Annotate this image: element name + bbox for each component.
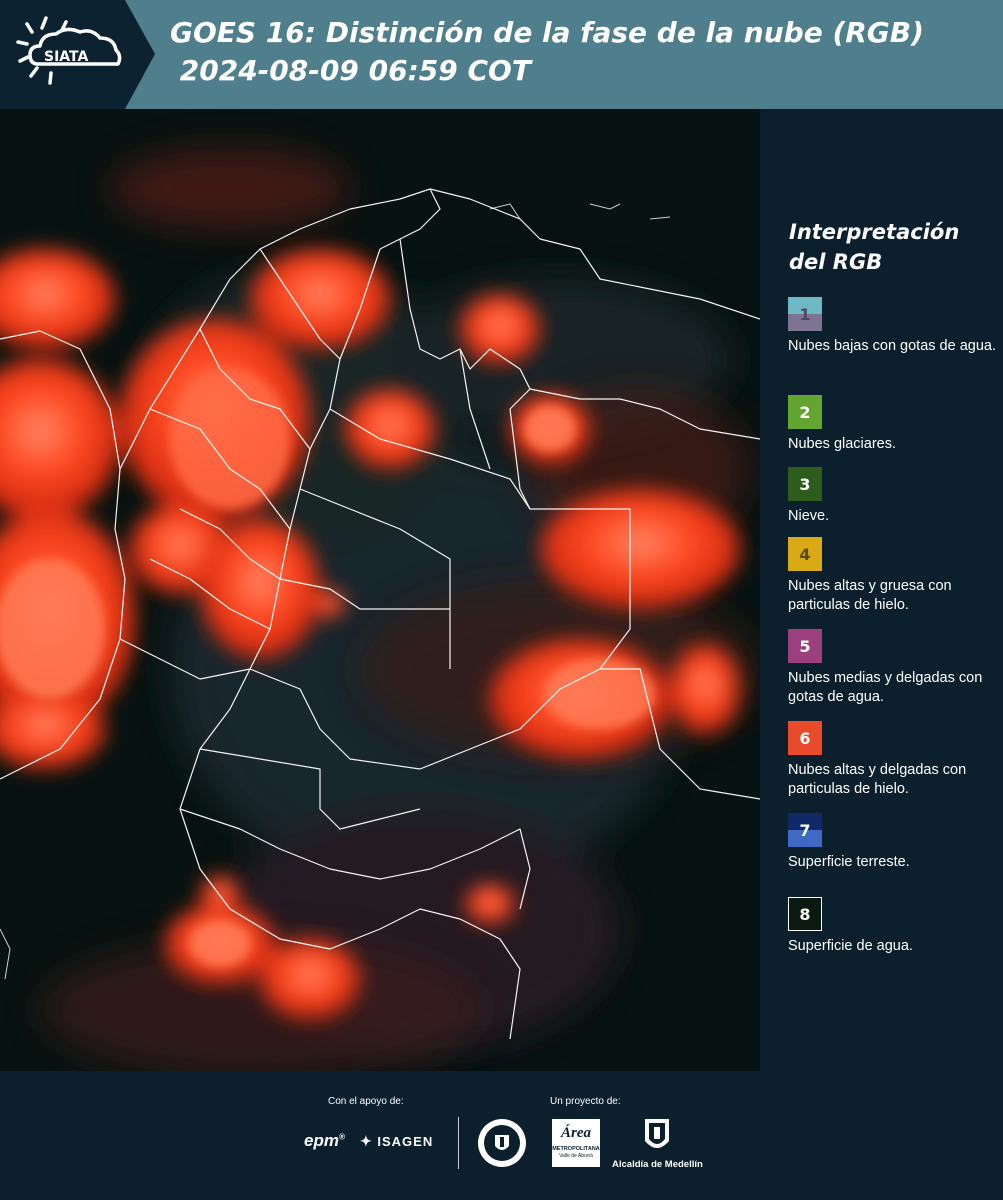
legend-number: 5 [799, 636, 811, 656]
alcaldia-logo[interactable] [643, 1117, 671, 1155]
legend-item-3: 3 Nieve. [788, 467, 1000, 526]
legend-item-4: 4 Nubes altas y gruesa con particulas de … [788, 537, 1000, 615]
legend-label: Superficie de agua. [788, 938, 913, 954]
satellite-map-image [0, 109, 760, 1071]
legend-number: 1 [799, 304, 811, 324]
seal-icon [478, 1119, 526, 1167]
legend-label: Nubes bajas con gotas de agua. [788, 338, 996, 354]
page-title: GOES 16: Distinción de la fase de la nub… [170, 16, 924, 49]
legend-item-1: 1 Nubes bajas con gotas de agua. [788, 297, 1000, 356]
legend-label: Nubes glaciares. [788, 436, 896, 452]
support-label: Con el apoyo de: [328, 1096, 404, 1107]
legend-panel: Interpretación del RGB 1 Nubes bajas con … [760, 109, 1003, 1071]
legend-swatch: 7 [788, 813, 822, 847]
legend-swatch: 2 [788, 395, 822, 429]
legend-item-5: 5 Nubes medias y delgadas con gotas de ag… [788, 629, 1000, 707]
legend-label: Nubes altas y gruesa con particulas de h… [788, 578, 952, 613]
area-metropolitana-logo[interactable]: Área METROPOLITANA Valle de Aburrá [552, 1119, 600, 1167]
legend-swatch: 4 [788, 537, 822, 571]
title-block: GOES 16: Distinción de la fase de la nub… [170, 14, 924, 90]
siata-logo-graphic: SIATA [0, 0, 155, 109]
svg-text:SIATA: SIATA [44, 49, 89, 65]
legend-number: 8 [799, 904, 811, 924]
legend-label: Superficie terreste. [788, 854, 910, 870]
legend-number: 2 [799, 402, 811, 422]
legend-swatch: 1 [788, 297, 822, 331]
shield-icon [645, 1119, 669, 1148]
legend-title: Interpretación del RGB [789, 220, 960, 274]
satellite-map[interactable] [0, 109, 761, 1071]
alcaldia-label: Alcaldía de Medellín [612, 1159, 703, 1170]
legend-swatch: 3 [788, 467, 822, 501]
siata-logo[interactable]: SIATA [0, 0, 155, 109]
legend-item-2: 2 Nubes glaciares. [788, 395, 1000, 454]
legend-number: 4 [799, 544, 811, 564]
legend-swatch: 5 [788, 629, 822, 663]
legend-item-6: 6 Nubes altas y delgadas con particulas d… [788, 721, 1000, 799]
page-timestamp: 2024-08-09 06:59 COT [170, 54, 531, 87]
legend-swatch: 6 [788, 721, 822, 755]
legend-swatch: 8 [788, 897, 822, 931]
footer: Con el apoyo de: Un proyecto de: epm® ✦ … [0, 1071, 1003, 1200]
footer-divider [458, 1117, 459, 1169]
seal-logo[interactable] [477, 1118, 527, 1168]
header-bar: SIATA GOES 16: Distinción de la fase de … [0, 0, 1003, 109]
legend-number: 3 [799, 474, 811, 494]
legend-item-7: 7 Superficie terreste. [788, 813, 1000, 872]
project-label: Un proyecto de: [550, 1096, 621, 1107]
legend-number: 6 [799, 728, 811, 748]
legend-label: Nubes medias y delgadas con gotas de agu… [788, 670, 983, 705]
legend-number: 7 [799, 820, 811, 840]
legend-label: Nubes altas y delgadas con particulas de… [788, 762, 967, 797]
legend-label: Nieve. [788, 508, 830, 524]
epm-logo[interactable]: epm® [304, 1131, 345, 1151]
isagen-logo[interactable]: ✦ ISAGEN [360, 1133, 433, 1150]
legend-item-8: 8 Superficie de agua. [788, 897, 1000, 956]
